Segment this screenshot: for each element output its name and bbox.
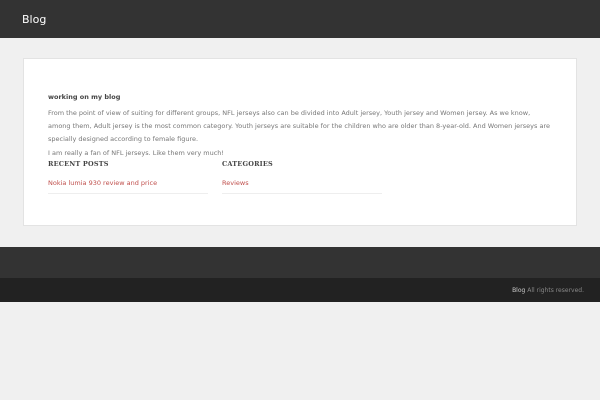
footer-rights: All rights reserved. [527,286,584,294]
categories-widget: CATEGORIES Reviews [222,160,382,194]
category-link[interactable]: Reviews [222,179,382,194]
post-paragraph: I am really a fan of NFL jerseys. Like t… [48,149,225,157]
recent-post-link[interactable]: Nokia lumia 930 review and price [48,179,208,194]
copyright-text: Blog All rights reserved. [512,287,584,294]
footer-brand-link[interactable]: Blog [512,287,525,294]
widget-area: RECENT POSTS Nokia lumia 930 review and … [48,160,552,194]
post-title: working on my blog [48,93,121,101]
footer: Blog All rights reserved. [0,278,600,302]
post-paragraph: From the point of view of suiting for di… [48,109,550,143]
post-card: working on my blog From the point of vie… [23,58,577,226]
site-header: Blog [0,0,600,38]
recent-posts-widget: RECENT POSTS Nokia lumia 930 review and … [48,160,208,194]
main-content: working on my blog From the point of vie… [0,38,600,246]
footer-widget-bar [0,247,600,278]
post-body: From the point of view of suiting for di… [48,107,552,160]
categories-title: CATEGORIES [222,160,273,168]
recent-posts-title: RECENT POSTS [48,160,109,168]
site-title-link[interactable]: Blog [22,13,46,26]
